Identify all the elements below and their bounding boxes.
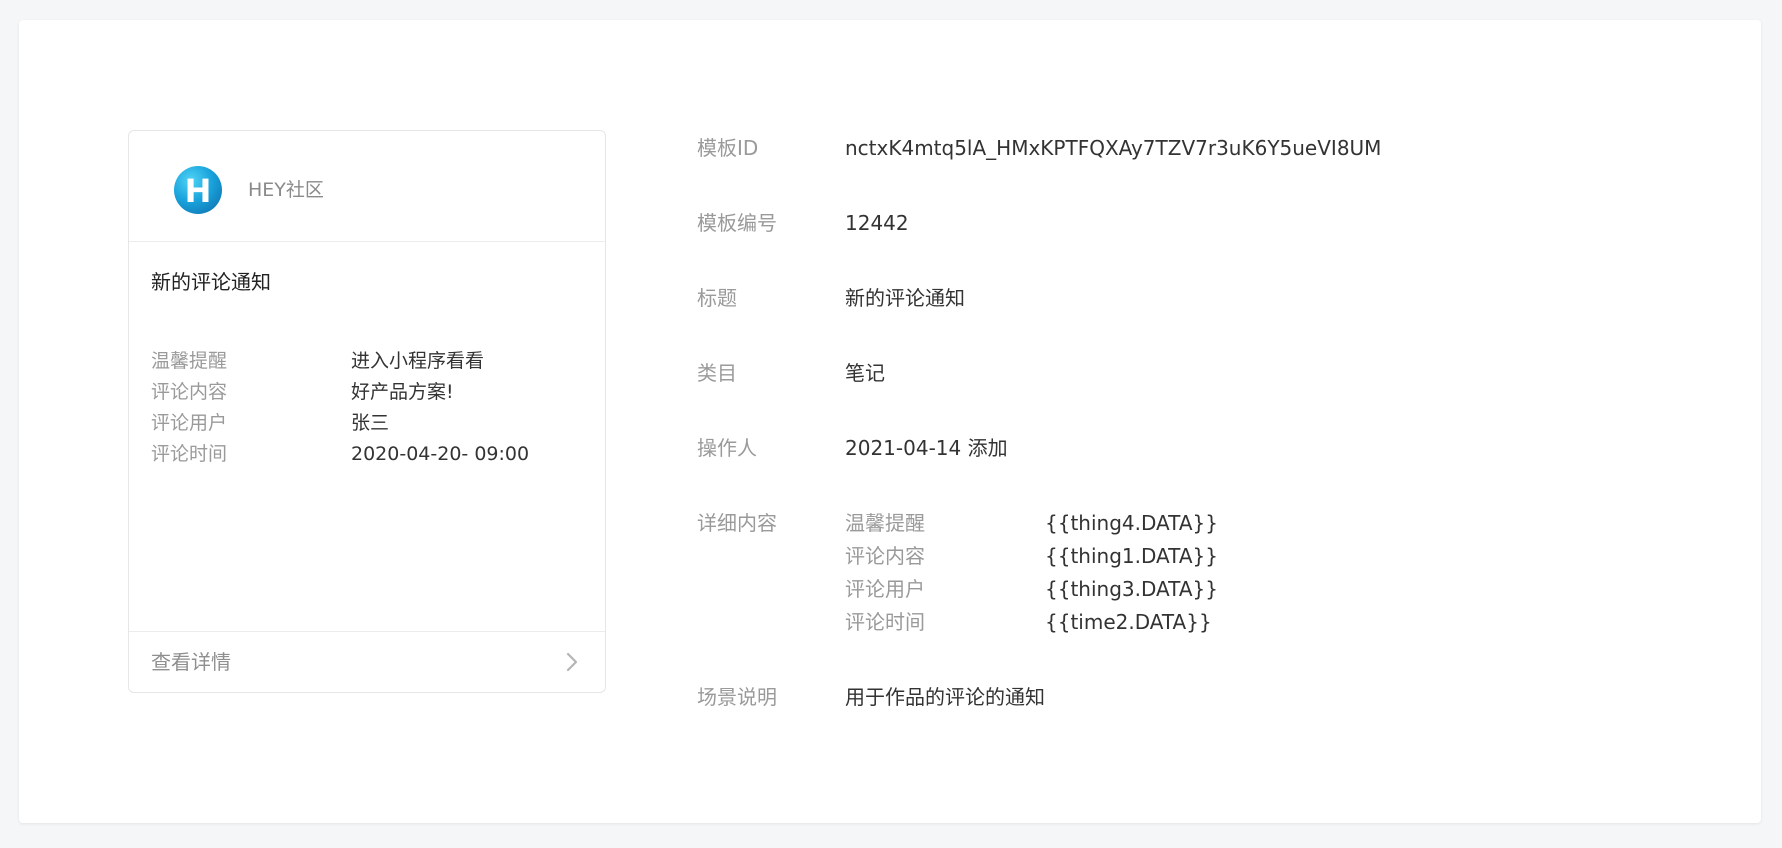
app-avatar: H bbox=[174, 166, 222, 214]
view-details-label: 查看详情 bbox=[151, 650, 231, 674]
operator-value: 2021-04-14 添加 bbox=[845, 436, 1008, 460]
chevron-right-icon bbox=[566, 652, 578, 672]
detail-value: {{thing1.DATA}} bbox=[1045, 544, 1218, 568]
info-label: 场景说明 bbox=[697, 685, 777, 709]
detail-key: 评论内容 bbox=[845, 544, 925, 568]
preview-field-value: 张三 bbox=[351, 412, 390, 434]
preview-field-label: 评论时间 bbox=[151, 443, 228, 465]
template-id-value: nctxK4mtq5lA_HMxKPTFQXAy7TZV7r3uK6Y5ueVI… bbox=[845, 136, 1382, 160]
preview-field-value: 好产品方案! bbox=[351, 381, 454, 403]
info-label: 类目 bbox=[697, 361, 737, 385]
preview-field-row: 评论用户 张三 bbox=[151, 408, 581, 439]
avatar-letter: H bbox=[184, 172, 212, 210]
category-value: 笔记 bbox=[845, 361, 885, 385]
scene-description-value: 用于作品的评论的通知 bbox=[845, 685, 1045, 709]
app-name: HEY社区 bbox=[248, 179, 324, 201]
preview-field-list: 温馨提醒 进入小程序看看 评论内容 好产品方案! 评论用户 张三 评论时间 20… bbox=[151, 346, 581, 470]
preview-field-label: 温馨提醒 bbox=[151, 350, 228, 372]
info-label: 操作人 bbox=[697, 436, 757, 460]
view-details-link[interactable]: 查看详情 bbox=[129, 631, 605, 692]
preview-field-label: 评论内容 bbox=[151, 381, 228, 403]
preview-field-row: 温馨提醒 进入小程序看看 bbox=[151, 346, 581, 377]
template-number-value: 12442 bbox=[845, 211, 909, 235]
info-label: 模板ID bbox=[697, 136, 759, 160]
info-label: 模板编号 bbox=[697, 211, 777, 235]
preview-field-label: 评论用户 bbox=[151, 412, 228, 434]
info-label: 标题 bbox=[697, 286, 737, 310]
detail-key: 评论用户 bbox=[845, 577, 925, 601]
detail-value: {{thing3.DATA}} bbox=[1045, 577, 1218, 601]
message-preview-card: H HEY社区 新的评论通知 温馨提醒 进入小程序看看 评论内容 好产品方案! … bbox=[128, 130, 606, 693]
detail-value: {{thing4.DATA}} bbox=[1045, 511, 1218, 535]
preview-field-row: 评论内容 好产品方案! bbox=[151, 377, 581, 408]
detail-key: 温馨提醒 bbox=[845, 511, 925, 535]
preview-header: H HEY社区 bbox=[129, 131, 605, 242]
preview-field-row: 评论时间 2020-04-20- 09:00 bbox=[151, 439, 581, 470]
preview-field-value: 进入小程序看看 bbox=[351, 350, 485, 372]
detail-key: 评论时间 bbox=[845, 610, 925, 634]
title-value: 新的评论通知 bbox=[845, 286, 965, 310]
info-label: 详细内容 bbox=[697, 511, 777, 535]
preview-title: 新的评论通知 bbox=[151, 270, 271, 294]
template-detail-panel: H HEY社区 新的评论通知 温馨提醒 进入小程序看看 评论内容 好产品方案! … bbox=[19, 20, 1761, 823]
detail-value: {{time2.DATA}} bbox=[1045, 610, 1212, 634]
preview-field-value: 2020-04-20- 09:00 bbox=[351, 443, 530, 465]
